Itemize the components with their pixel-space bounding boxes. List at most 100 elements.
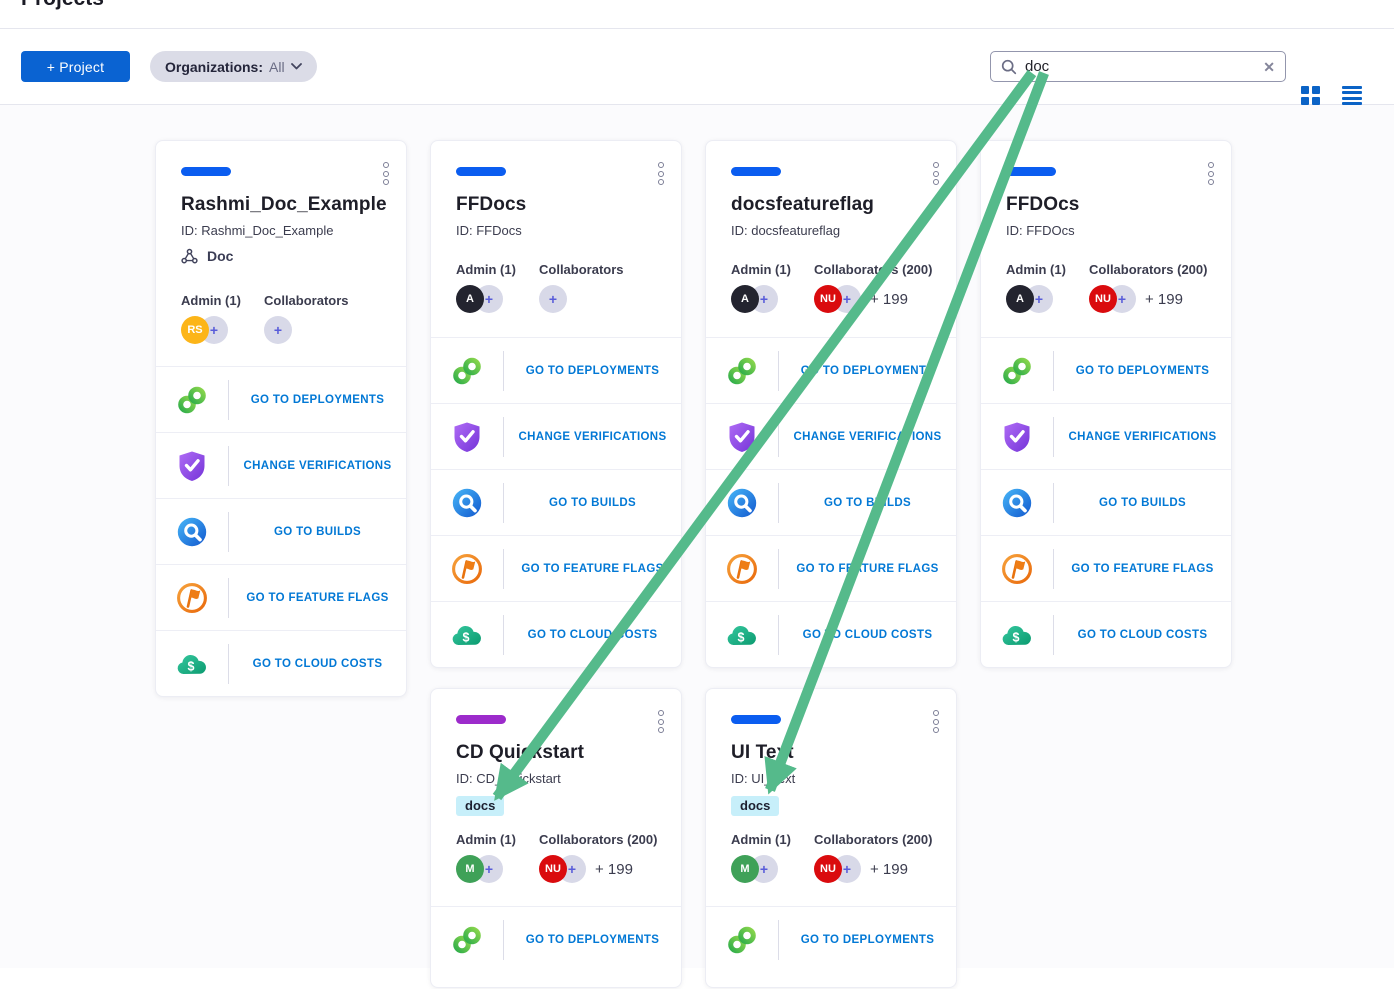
docs-tag-chip: docs xyxy=(456,796,504,816)
change-verifications-link[interactable]: CHANGE VERIFICATIONS xyxy=(229,460,406,472)
avatar: M xyxy=(731,855,759,883)
action-row-builds[interactable]: GO TO BUILDS xyxy=(156,498,406,564)
project-card[interactable]: Rashmi_Doc_Example ID: Rashmi_Doc_Exampl… xyxy=(155,140,407,697)
project-card[interactable]: docsfeatureflag ID: docsfeatureflag Admi… xyxy=(705,140,957,668)
organizations-filter-dropdown[interactable]: Organizations: All xyxy=(150,51,317,82)
action-row-builds[interactable]: GO TO BUILDS xyxy=(431,469,681,535)
action-row-deployments[interactable]: GO TO DEPLOYMENTS xyxy=(981,337,1231,403)
kebab-menu-button[interactable] xyxy=(656,708,666,738)
go-to-deployments-link[interactable]: GO TO DEPLOYMENTS xyxy=(504,934,681,946)
action-row-feature-flags[interactable]: GO TO FEATURE FLAGS xyxy=(981,535,1231,601)
builds-icon xyxy=(724,485,760,521)
grid-view-button[interactable] xyxy=(1301,86,1320,105)
go-to-builds-link[interactable]: GO TO BUILDS xyxy=(1054,497,1231,509)
action-row-builds[interactable]: GO TO BUILDS xyxy=(981,469,1231,535)
avatar: NU xyxy=(814,855,842,883)
go-to-deployments-link[interactable]: GO TO DEPLOYMENTS xyxy=(779,934,956,946)
deployments-icon xyxy=(449,353,485,389)
admin-label: Admin (1) xyxy=(731,262,814,277)
go-to-cloud-costs-link[interactable]: GO TO CLOUD COSTS xyxy=(504,629,681,641)
avatar: RS xyxy=(181,316,209,344)
admin-label: Admin (1) xyxy=(1006,262,1089,277)
go-to-feature-flags-link[interactable]: GO TO FEATURE FLAGS xyxy=(229,592,406,604)
project-id: ID: Rashmi_Doc_Example xyxy=(181,223,381,238)
action-row-feature-flags[interactable]: GO TO FEATURE FLAGS xyxy=(156,564,406,630)
kebab-menu-button[interactable] xyxy=(931,160,941,190)
action-row-deployments[interactable]: GO TO DEPLOYMENTS xyxy=(431,337,681,403)
project-name: Rashmi_Doc_Example xyxy=(181,194,381,216)
change-verifications-link[interactable]: CHANGE VERIFICATIONS xyxy=(504,431,681,443)
project-color-ribbon xyxy=(731,715,781,724)
go-to-deployments-link[interactable]: GO TO DEPLOYMENTS xyxy=(229,394,406,406)
go-to-deployments-link[interactable]: GO TO DEPLOYMENTS xyxy=(779,365,956,377)
collaborators-label: Collaborators (200) xyxy=(1089,262,1207,277)
action-row-deployments[interactable]: GO TO DEPLOYMENTS xyxy=(706,906,956,972)
change-verifications-link[interactable]: CHANGE VERIFICATIONS xyxy=(1054,431,1231,443)
project-color-ribbon xyxy=(181,167,231,176)
kebab-menu-button[interactable] xyxy=(381,160,391,190)
action-row-feature-flags[interactable]: GO TO FEATURE FLAGS xyxy=(431,535,681,601)
project-card[interactable]: UI Text ID: UI_Text docs Admin (1) M + C… xyxy=(705,688,957,988)
verifications-icon xyxy=(174,448,210,484)
kebab-menu-button[interactable] xyxy=(931,708,941,738)
add-collaborator-button[interactable]: + xyxy=(264,316,292,344)
svg-text:$: $ xyxy=(463,630,470,644)
action-row-verifications[interactable]: CHANGE VERIFICATIONS xyxy=(431,403,681,469)
action-row-cloud-costs[interactable]: $ GO TO CLOUD COSTS xyxy=(981,601,1231,667)
cloud-costs-icon: $ xyxy=(174,646,210,682)
collaborators-label: Collaborators xyxy=(264,293,349,308)
action-row-deployments[interactable]: GO TO DEPLOYMENTS xyxy=(431,906,681,972)
kebab-menu-button[interactable] xyxy=(1206,160,1216,190)
collaborators-overflow-count: + 199 xyxy=(870,291,908,308)
search-clear-button[interactable]: ✕ xyxy=(1263,60,1275,74)
project-name: CD Quickstart xyxy=(456,742,656,764)
collaborators-label: Collaborators xyxy=(539,262,624,277)
cloud-costs-icon: $ xyxy=(999,617,1035,653)
go-to-builds-link[interactable]: GO TO BUILDS xyxy=(229,526,406,538)
search-input[interactable] xyxy=(1025,58,1255,75)
avatar: NU xyxy=(814,285,842,313)
builds-icon xyxy=(174,514,210,550)
avatar: A xyxy=(1006,285,1034,313)
feature-flags-icon xyxy=(724,551,760,587)
action-row-builds[interactable]: GO TO BUILDS xyxy=(706,469,956,535)
deployments-icon xyxy=(724,353,760,389)
add-collaborator-button[interactable]: + xyxy=(539,285,567,313)
builds-icon xyxy=(449,485,485,521)
project-color-ribbon xyxy=(1006,167,1056,176)
action-row-feature-flags[interactable]: GO TO FEATURE FLAGS xyxy=(706,535,956,601)
action-row-cloud-costs[interactable]: $ GO TO CLOUD COSTS xyxy=(706,601,956,667)
action-row-verifications[interactable]: CHANGE VERIFICATIONS xyxy=(156,432,406,498)
project-id: ID: UI_Text xyxy=(731,771,931,786)
go-to-feature-flags-link[interactable]: GO TO FEATURE FLAGS xyxy=(779,563,956,575)
action-row-deployments[interactable]: GO TO DEPLOYMENTS xyxy=(156,366,406,432)
card-actions: GO TO DEPLOYMENTS CHANGE VERIFICATIONS G… xyxy=(706,337,956,667)
go-to-cloud-costs-link[interactable]: GO TO CLOUD COSTS xyxy=(779,629,956,641)
go-to-cloud-costs-link[interactable]: GO TO CLOUD COSTS xyxy=(1054,629,1231,641)
kebab-menu-button[interactable] xyxy=(656,160,666,190)
list-view-button[interactable] xyxy=(1342,86,1362,105)
change-verifications-link[interactable]: CHANGE VERIFICATIONS xyxy=(779,431,956,443)
project-color-ribbon xyxy=(456,167,506,176)
admin-label: Admin (1) xyxy=(456,832,539,847)
project-name: FFDOcs xyxy=(1006,194,1206,216)
project-card[interactable]: CD Quickstart ID: CD_Quickstart docs Adm… xyxy=(430,688,682,988)
new-project-button[interactable]: + Project xyxy=(21,51,130,82)
go-to-feature-flags-link[interactable]: GO TO FEATURE FLAGS xyxy=(1054,563,1231,575)
builds-icon xyxy=(999,485,1035,521)
project-card[interactable]: FFDocs ID: FFDocs Admin (1) A + Collabor… xyxy=(430,140,682,668)
go-to-cloud-costs-link[interactable]: GO TO CLOUD COSTS xyxy=(229,658,406,670)
action-row-verifications[interactable]: CHANGE VERIFICATIONS xyxy=(706,403,956,469)
collaborators-label: Collaborators (200) xyxy=(814,262,932,277)
project-card[interactable]: FFDOcs ID: FFDOcs Admin (1) A + Collabor… xyxy=(980,140,1232,668)
search-box[interactable]: ✕ xyxy=(990,51,1286,82)
go-to-builds-link[interactable]: GO TO BUILDS xyxy=(779,497,956,509)
action-row-verifications[interactable]: CHANGE VERIFICATIONS xyxy=(981,403,1231,469)
action-row-deployments[interactable]: GO TO DEPLOYMENTS xyxy=(706,337,956,403)
action-row-cloud-costs[interactable]: $ GO TO CLOUD COSTS xyxy=(431,601,681,667)
go-to-deployments-link[interactable]: GO TO DEPLOYMENTS xyxy=(1054,365,1231,377)
action-row-cloud-costs[interactable]: $ GO TO CLOUD COSTS xyxy=(156,630,406,696)
go-to-feature-flags-link[interactable]: GO TO FEATURE FLAGS xyxy=(504,563,681,575)
go-to-deployments-link[interactable]: GO TO DEPLOYMENTS xyxy=(504,365,681,377)
go-to-builds-link[interactable]: GO TO BUILDS xyxy=(504,497,681,509)
